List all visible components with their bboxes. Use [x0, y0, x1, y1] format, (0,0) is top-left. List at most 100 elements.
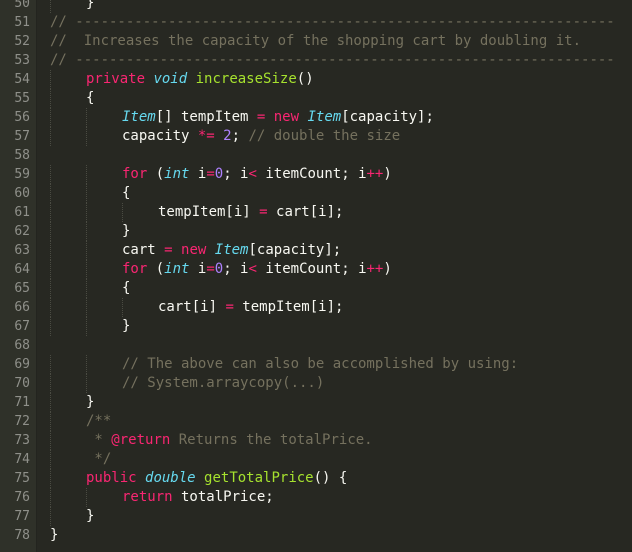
code-line[interactable]: 55 { [0, 89, 632, 108]
indent-guide [86, 108, 87, 127]
code-token: { [122, 185, 131, 201]
indent-guide [86, 260, 87, 279]
indent-guide [86, 203, 87, 222]
code-line[interactable]: 75 public double getTotalPrice() { [0, 469, 632, 488]
code-text: capacity *= 2; // double the size [122, 127, 400, 146]
indent-guide [50, 184, 51, 203]
indent-guide [50, 507, 51, 526]
code-token: () { [313, 470, 348, 486]
code-line[interactable]: 70 // System.arraycopy(...) [0, 374, 632, 393]
line-number: 74 [14, 452, 30, 467]
code-token: = [206, 261, 215, 277]
code-text: public double getTotalPrice() { [86, 469, 347, 488]
code-line[interactable]: 69 // The above can also be accomplished … [0, 355, 632, 374]
line-number: 56 [14, 110, 30, 125]
code-area[interactable]: 50} 51 // --------------------------------… [0, 0, 632, 545]
code-token: i [189, 261, 207, 277]
code-token: ; i [223, 261, 249, 277]
code-text: // The above can also be accomplished by… [122, 355, 518, 374]
line-number: 61 [14, 205, 30, 220]
line-number: 58 [14, 148, 30, 163]
code-text: // System.arraycopy(...) [122, 374, 324, 393]
code-token: cart[i] [158, 299, 226, 315]
indent-guide [50, 298, 51, 317]
code-line[interactable]: 78} [0, 526, 632, 545]
code-line[interactable]: 57 capacity *= 2; // double the size [0, 127, 632, 146]
indent-guide [50, 317, 51, 336]
code-text: Item[] tempItem = new Item[capacity]; [122, 108, 434, 127]
code-token: ( [147, 166, 165, 182]
code-text: } [86, 0, 94, 13]
code-token: Item [122, 109, 156, 125]
code-line[interactable]: 64 for (int i=0; i< itemCount; i++) [0, 260, 632, 279]
indent-guide [122, 298, 123, 317]
line-number: 75 [14, 471, 30, 486]
code-line[interactable]: 60 { [0, 184, 632, 203]
code-line[interactable]: 72 /** [0, 412, 632, 431]
code-text: { [86, 89, 94, 108]
line-number: 63 [14, 243, 30, 258]
line-number: 65 [14, 281, 30, 296]
code-line[interactable]: 52 // Increases the capacity of the shopp… [0, 32, 632, 51]
code-line[interactable]: 54 private void increaseSize() [0, 70, 632, 89]
indent-guide [50, 355, 51, 374]
code-token: ; [231, 128, 249, 144]
indent-guide [50, 488, 51, 507]
code-token: tempItem[i]; [233, 299, 344, 315]
indent-guide [50, 222, 51, 241]
line-number: 60 [14, 186, 30, 201]
code-line[interactable]: 56 Item[] tempItem = new Item[capacity]; [0, 108, 632, 127]
code-line[interactable]: 66 cart[i] = tempItem[i]; [0, 298, 632, 317]
code-token: 0 [214, 166, 224, 182]
code-text: */ [86, 450, 111, 469]
code-line[interactable]: 58 [0, 146, 632, 165]
indent-guide [86, 165, 87, 184]
code-line[interactable]: 62} [0, 222, 632, 241]
code-token: totalPrice; [172, 489, 274, 505]
code-line[interactable]: 67} [0, 317, 632, 336]
indent-guide [50, 241, 51, 260]
code-editor[interactable]: 50} 51 // --------------------------------… [0, 0, 632, 552]
line-number: 62 [14, 224, 30, 239]
code-line[interactable]: 65 { [0, 279, 632, 298]
code-line[interactable]: 76 return totalPrice; [0, 488, 632, 507]
code-token: capacity [122, 128, 198, 144]
code-token: for [122, 261, 148, 277]
code-token: ) [383, 261, 392, 277]
code-line[interactable]: 73 * @return Returns the totalPrice. [0, 431, 632, 450]
code-line[interactable]: 68 [0, 336, 632, 355]
code-token: } [86, 0, 95, 11]
code-line[interactable]: 74 */ [0, 450, 632, 469]
indent-guide [50, 260, 51, 279]
code-token: // double the size [248, 128, 401, 144]
code-line[interactable]: 50} [0, 0, 632, 13]
code-line[interactable]: 77} [0, 507, 632, 526]
code-token: ++ [366, 261, 384, 277]
code-token: // Increases the capacity of the shoppin… [50, 33, 582, 49]
code-line[interactable]: 63 cart = new Item[capacity]; [0, 241, 632, 260]
code-token: increaseSize [195, 71, 297, 87]
line-number: 52 [14, 34, 30, 49]
line-number: 51 [14, 15, 30, 30]
code-token: < [248, 166, 257, 182]
indent-guide [86, 127, 87, 146]
code-line[interactable]: 59 for (int i=0; i< itemCount; i++) [0, 165, 632, 184]
indent-guide [50, 393, 51, 412]
indent-guide [50, 279, 51, 298]
code-text: for (int i=0; i< itemCount; i++) [122, 260, 392, 279]
indent-guide [50, 165, 51, 184]
code-line[interactable]: 61 tempItem[i] = cart[i]; [0, 203, 632, 222]
code-line[interactable]: 71} [0, 393, 632, 412]
code-line[interactable]: 53 // -----------------------------------… [0, 51, 632, 70]
code-text: * @return Returns the totalPrice. [86, 431, 372, 450]
code-line[interactable]: 51 // -----------------------------------… [0, 13, 632, 32]
code-token: * [86, 432, 112, 448]
code-token: i [189, 166, 207, 182]
indent-guide [50, 70, 51, 89]
code-token: ++ [366, 166, 384, 182]
code-token: new [181, 242, 207, 258]
line-number: 73 [14, 433, 30, 448]
